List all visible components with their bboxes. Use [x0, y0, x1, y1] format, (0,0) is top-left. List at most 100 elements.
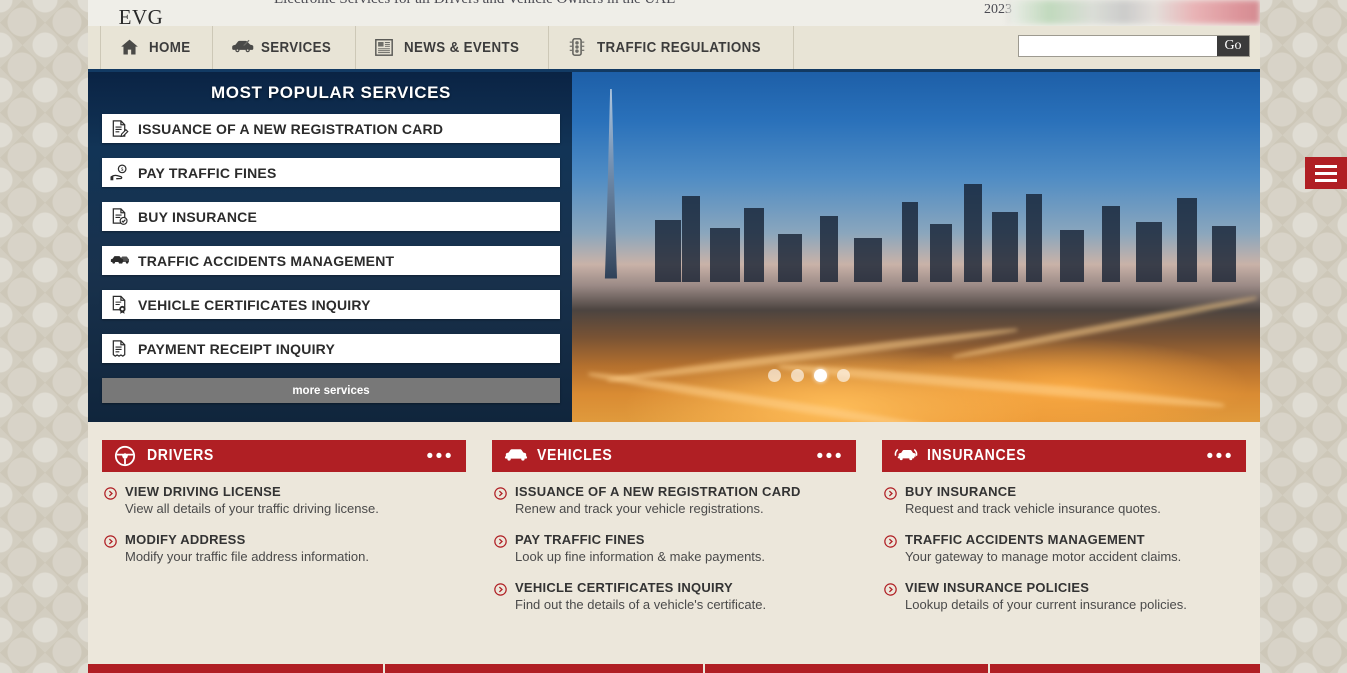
car-shield-icon — [894, 445, 918, 467]
svg-text:$: $ — [121, 166, 124, 173]
site-search: Go — [1018, 35, 1250, 57]
popular-service-label: PAY TRAFFIC FINES — [138, 164, 277, 181]
card-vehicles: VEHICLES ••• ISSUANCE OF A NEW REGISTRAT… — [492, 440, 856, 670]
item-title[interactable]: VIEW INSURANCE POLICIES — [905, 580, 1187, 595]
item-description: Find out the details of a vehicle's cert… — [515, 597, 767, 612]
nav-item-services[interactable]: SERVICES — [213, 26, 357, 69]
most-popular-services-panel: MOST POPULAR SERVICES ISSUANCE OF A NEW … — [88, 72, 572, 422]
item-title[interactable]: VEHICLE CERTIFICATES INQUIRY — [515, 580, 766, 595]
hero-banner: MOST POPULAR SERVICES ISSUANCE OF A NEW … — [88, 72, 1260, 422]
nav-label-services: SERVICES — [261, 39, 332, 56]
ellipsis-icon[interactable]: ••• — [427, 447, 454, 466]
nav-item-news-events[interactable]: NEWS & EVENTS — [356, 26, 549, 69]
popular-service-label: ISSUANCE OF A NEW REGISTRATION CARD — [138, 120, 444, 137]
item-title[interactable]: ISSUANCE OF A NEW REGISTRATION CARD — [515, 484, 801, 499]
chevron-right-circle-icon — [494, 583, 507, 596]
card-drivers: DRIVERS ••• VIEW DRIVING LICENSE View al… — [102, 440, 466, 670]
card-body-insurances: BUY INSURANCE Request and track vehicle … — [882, 472, 1246, 612]
flag-gradient-banner — [1008, 0, 1260, 24]
popular-service-label: BUY INSURANCE — [138, 208, 258, 225]
card-insurances: INSURANCES ••• BUY INSURANCE Request and… — [882, 440, 1246, 670]
list-item[interactable]: VIEW DRIVING LICENSE View all details of… — [104, 484, 464, 516]
item-description: Lookup details of your current insurance… — [905, 597, 1187, 612]
item-title[interactable]: VIEW DRIVING LICENSE — [125, 484, 379, 499]
car-front-icon — [504, 445, 528, 467]
list-item[interactable]: TRAFFIC ACCIDENTS MANAGEMENT Your gatewa… — [884, 532, 1244, 564]
steering-wheel-icon — [114, 445, 136, 467]
receipt-icon — [110, 339, 129, 358]
item-description: Request and track vehicle insurance quot… — [905, 501, 1161, 516]
carousel-indicators — [768, 369, 850, 382]
item-title[interactable]: BUY INSURANCE — [905, 484, 1161, 499]
ellipsis-icon[interactable]: ••• — [817, 447, 844, 466]
chevron-right-circle-icon — [104, 535, 117, 548]
item-title[interactable]: MODIFY ADDRESS — [125, 532, 369, 547]
traffic-light-icon — [567, 37, 588, 58]
chevron-right-circle-icon — [884, 583, 897, 596]
site-tagline: Electronic Services for all Drivers and … — [274, 0, 675, 8]
certificate-icon — [110, 295, 129, 314]
popular-service-vehicle-certificates[interactable]: VEHICLE CERTIFICATES INQUIRY — [102, 290, 560, 319]
home-icon — [119, 37, 140, 58]
item-title[interactable]: TRAFFIC ACCIDENTS MANAGEMENT — [905, 532, 1181, 547]
carousel-dot-2[interactable] — [791, 369, 804, 382]
list-item[interactable]: VIEW INSURANCE POLICIES Lookup details o… — [884, 580, 1244, 612]
card-title: VEHICLES — [537, 447, 613, 464]
nav-item-traffic-regulations[interactable]: TRAFFIC REGULATIONS — [549, 26, 794, 69]
service-category-cards: DRIVERS ••• VIEW DRIVING LICENSE View al… — [88, 422, 1260, 670]
item-description: Your gateway to manage motor accident cl… — [905, 549, 1182, 564]
carousel-dot-1[interactable] — [768, 369, 781, 382]
popular-service-payment-receipt[interactable]: PAYMENT RECEIPT INQUIRY — [102, 334, 560, 363]
more-services-button[interactable]: more services — [102, 378, 560, 403]
identity-bar: • • • EVG Electronic Services for all Dr… — [88, 0, 1260, 26]
list-item[interactable]: VEHICLE CERTIFICATES INQUIRY Find out th… — [494, 580, 854, 612]
newspaper-icon — [374, 37, 395, 58]
logo-ornament-icon: • • • — [127, 0, 155, 3]
popular-service-registration-card[interactable]: ISSUANCE OF A NEW REGISTRATION CARD — [102, 114, 560, 143]
card-header-drivers: DRIVERS ••• — [102, 440, 466, 472]
card-body-drivers: VIEW DRIVING LICENSE View all details of… — [102, 472, 466, 564]
popular-service-traffic-accidents[interactable]: TRAFFIC ACCIDENTS MANAGEMENT — [102, 246, 560, 275]
car-icon — [231, 37, 254, 58]
document-edit-icon — [110, 119, 129, 138]
card-header-vehicles: VEHICLES ••• — [492, 440, 856, 472]
search-input[interactable] — [1019, 36, 1217, 56]
carousel-dot-4[interactable] — [837, 369, 850, 382]
burj-khalifa-silhouette — [604, 88, 618, 279]
popular-service-label: PAYMENT RECEIPT INQUIRY — [138, 340, 335, 357]
site-logo[interactable]: • • • EVG — [98, 0, 184, 26]
item-description: View all details of your traffic driving… — [125, 501, 379, 516]
search-go-button[interactable]: Go — [1217, 36, 1249, 56]
hamburger-menu-icon-bar — [1315, 171, 1337, 175]
footer-top-edge — [88, 664, 1260, 673]
hamburger-menu-icon-bar — [1315, 178, 1337, 182]
ellipsis-icon[interactable]: ••• — [1207, 447, 1234, 466]
list-item[interactable]: PAY TRAFFIC FINES Look up fine informati… — [494, 532, 854, 564]
document-check-icon — [110, 207, 129, 226]
card-body-vehicles: ISSUANCE OF A NEW REGISTRATION CARD Rene… — [492, 472, 856, 612]
chevron-right-circle-icon — [494, 487, 507, 500]
card-header-insurances: INSURANCES ••• — [882, 440, 1246, 472]
popular-service-label: TRAFFIC ACCIDENTS MANAGEMENT — [138, 252, 395, 269]
list-item[interactable]: BUY INSURANCE Request and track vehicle … — [884, 484, 1244, 516]
list-item[interactable]: ISSUANCE OF A NEW REGISTRATION CARD Rene… — [494, 484, 854, 516]
popular-service-label: VEHICLE CERTIFICATES INQUIRY — [138, 296, 371, 313]
side-menu-tab[interactable] — [1305, 157, 1347, 189]
item-description: Modify your traffic file address informa… — [125, 549, 369, 564]
nav-label-news-events: NEWS & EVENTS — [404, 39, 520, 56]
chevron-right-circle-icon — [104, 487, 117, 500]
chevron-right-circle-icon — [494, 535, 507, 548]
carousel-dot-3[interactable] — [814, 369, 827, 382]
item-description: Renew and track your vehicle registratio… — [515, 501, 764, 516]
item-title[interactable]: PAY TRAFFIC FINES — [515, 532, 765, 547]
popular-service-buy-insurance[interactable]: BUY INSURANCE — [102, 202, 560, 231]
page-container: • • • EVG Electronic Services for all Dr… — [88, 0, 1260, 673]
hamburger-menu-icon-bar — [1315, 164, 1337, 168]
popular-service-pay-traffic-fines[interactable]: $ PAY TRAFFIC FINES — [102, 158, 560, 187]
list-item[interactable]: MODIFY ADDRESS Modify your traffic file … — [104, 532, 464, 564]
car-collision-icon — [110, 251, 129, 270]
dubai-skyline-photo — [572, 72, 1260, 422]
nav-item-home[interactable]: HOME — [100, 26, 214, 69]
card-title: DRIVERS — [147, 447, 214, 464]
main-navigation: HOME SERVICES NEWS & EVENTS TRAFFIC REGU… — [88, 26, 1260, 72]
